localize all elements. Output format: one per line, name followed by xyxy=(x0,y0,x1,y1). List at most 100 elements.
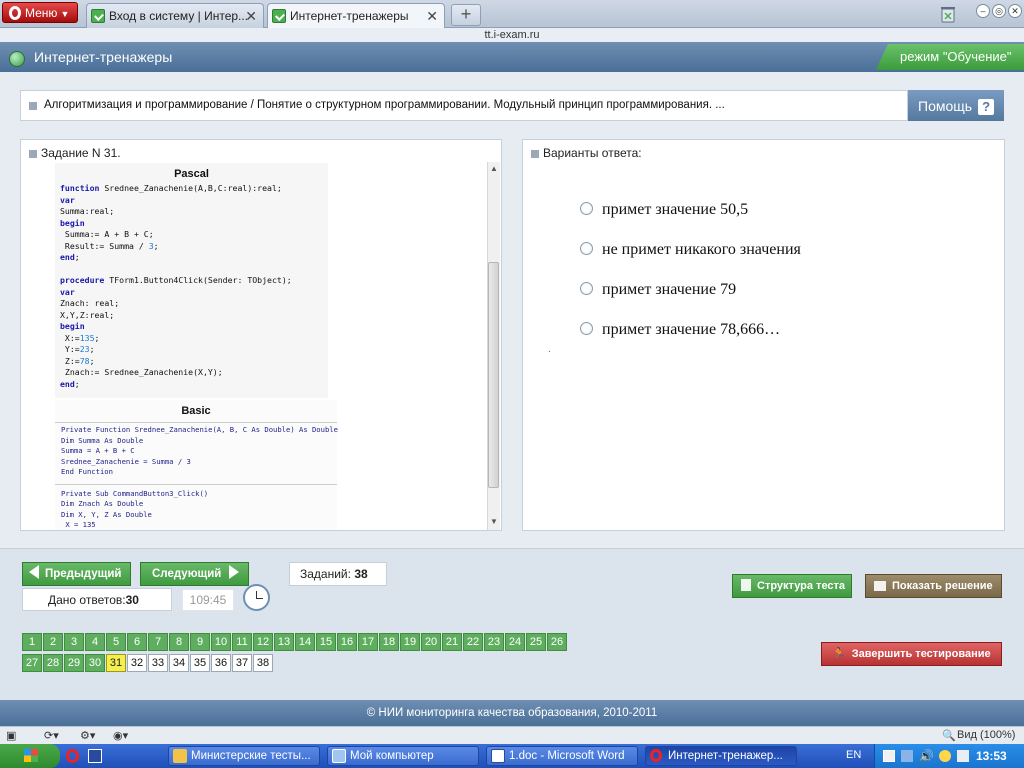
question-link-35[interactable]: 35 xyxy=(190,654,210,672)
scroll-down-icon[interactable]: ▼ xyxy=(489,517,499,529)
question-link-19[interactable]: 19 xyxy=(400,633,420,651)
code-line: Private Sub CommandButton3_Click() xyxy=(61,488,209,498)
tray-misc-icon[interactable] xyxy=(957,750,969,762)
language-indicator[interactable]: EN xyxy=(846,749,861,761)
tab-label: Вход в систему | Интер... xyxy=(109,9,249,23)
radio-button[interactable] xyxy=(580,282,593,295)
chevron-down-icon: ▼ xyxy=(60,9,70,19)
opera-quicklaunch-icon[interactable] xyxy=(66,749,79,763)
question-link-28[interactable]: 28 xyxy=(43,654,63,672)
taskbar-item-computer[interactable]: Мой компьютер xyxy=(327,746,479,766)
question-link-18[interactable]: 18 xyxy=(379,633,399,651)
finish-test-button[interactable]: 🏃 Завершить тестирование xyxy=(821,642,1002,666)
question-link-24[interactable]: 24 xyxy=(505,633,525,651)
next-button[interactable]: Следующий xyxy=(140,562,249,586)
close-tab-icon[interactable]: ✕ xyxy=(245,8,257,25)
answer-option-4[interactable]: примет значение 78,666… xyxy=(580,321,780,339)
tray-app-icon[interactable] xyxy=(883,750,895,762)
task-title: Задание N 31. xyxy=(41,146,121,160)
question-link-20[interactable]: 20 xyxy=(421,633,441,651)
question-link-34[interactable]: 34 xyxy=(169,654,189,672)
tab-trainers[interactable]: Интернет-тренажеры ✕ xyxy=(267,3,445,28)
question-link-13[interactable]: 13 xyxy=(274,633,294,651)
question-link-15[interactable]: 15 xyxy=(316,633,336,651)
security-icon[interactable] xyxy=(939,750,951,762)
panel-toggle-icon[interactable]: ▣ xyxy=(6,729,16,742)
question-link-17[interactable]: 17 xyxy=(358,633,378,651)
question-link-12[interactable]: 12 xyxy=(253,633,273,651)
radio-button[interactable] xyxy=(580,322,593,335)
trash-icon[interactable] xyxy=(938,4,958,24)
tasks-label: Заданий: xyxy=(300,567,351,581)
opera-menu-button[interactable]: Меню ▼ xyxy=(2,2,78,23)
question-link-8[interactable]: 8 xyxy=(169,633,189,651)
question-link-14[interactable]: 14 xyxy=(295,633,315,651)
question-link-21[interactable]: 21 xyxy=(442,633,462,651)
address-bar[interactable]: tt.i-exam.ru xyxy=(0,28,1024,42)
tab-login[interactable]: Вход в систему | Интер... ✕ xyxy=(86,3,264,28)
basic-code-block: Basic Private Function Srednee_Zanacheni… xyxy=(55,400,338,531)
radio-button[interactable] xyxy=(580,202,593,215)
help-button[interactable]: Помощь? xyxy=(908,90,1004,121)
question-link-1[interactable]: 1 xyxy=(22,633,42,651)
question-link-9[interactable]: 9 xyxy=(190,633,210,651)
taskbar-item-word[interactable]: 1.doc - Microsoft Word xyxy=(486,746,638,766)
question-link-4[interactable]: 4 xyxy=(85,633,105,651)
site-footer: © НИИ мониторинга качества образования, … xyxy=(0,700,1024,726)
network-icon[interactable] xyxy=(901,750,913,762)
question-link-10[interactable]: 10 xyxy=(211,633,231,651)
question-link-29[interactable]: 29 xyxy=(64,654,84,672)
prev-button[interactable]: Предыдущий xyxy=(22,562,131,586)
question-link-22[interactable]: 22 xyxy=(463,633,483,651)
question-link-16[interactable]: 16 xyxy=(337,633,357,651)
code-line: Znach:= Srednee_Zanachenie(X,Y); xyxy=(60,367,223,377)
turbo-icon[interactable]: ◉▾ xyxy=(113,729,128,742)
question-link-27[interactable]: 27 xyxy=(22,654,42,672)
question-link-6[interactable]: 6 xyxy=(127,633,147,651)
close-tab-icon[interactable]: ✕ xyxy=(426,8,438,25)
minimize-window-icon[interactable]: – xyxy=(976,4,990,18)
question-link-36[interactable]: 36 xyxy=(211,654,231,672)
question-link-33[interactable]: 33 xyxy=(148,654,168,672)
scrollbar-thumb[interactable] xyxy=(488,262,499,488)
scroll-up-icon[interactable]: ▲ xyxy=(489,164,499,176)
unite-icon[interactable]: ⚙▾ xyxy=(80,729,95,742)
question-link-3[interactable]: 3 xyxy=(64,633,84,651)
question-link-30[interactable]: 30 xyxy=(85,654,105,672)
close-window-icon[interactable]: ✕ xyxy=(1008,4,1022,18)
new-tab-button[interactable]: + xyxy=(451,4,481,26)
taskbar-item-folder[interactable]: Министерские тесты... xyxy=(168,746,320,766)
restore-window-icon[interactable]: ◎ xyxy=(992,4,1006,18)
question-link-38[interactable]: 38 xyxy=(253,654,273,672)
taskbar-item-opera[interactable]: Интернет-тренажер... xyxy=(645,746,797,766)
question-link-31[interactable]: 31 xyxy=(106,654,126,672)
zoom-icon[interactable]: 🔍 xyxy=(942,729,956,742)
answer-option-3[interactable]: примет значение 79 xyxy=(580,281,736,299)
question-link-32[interactable]: 32 xyxy=(127,654,147,672)
question-link-2[interactable]: 2 xyxy=(43,633,63,651)
radio-button[interactable] xyxy=(580,242,593,255)
question-link-23[interactable]: 23 xyxy=(484,633,504,651)
system-clock[interactable]: 13:53 xyxy=(976,749,1007,763)
answer-text: примет значение 50,5 xyxy=(602,201,749,218)
quicklaunch-icon[interactable] xyxy=(88,749,102,763)
answer-option-2[interactable]: не примет никакого значения xyxy=(580,241,801,259)
folder-icon xyxy=(173,749,187,763)
question-link-11[interactable]: 11 xyxy=(232,633,252,651)
question-link-25[interactable]: 25 xyxy=(526,633,546,651)
answer-option-1[interactable]: примет значение 50,5 xyxy=(580,201,748,219)
stray-dot: . xyxy=(548,344,551,355)
question-link-5[interactable]: 5 xyxy=(106,633,126,651)
basic-code-lines-2: Private Sub CommandButton3_Click() Dim Zn… xyxy=(55,483,337,531)
clock-icon xyxy=(243,584,270,611)
volume-icon[interactable]: 🔊 xyxy=(919,749,934,763)
test-structure-button[interactable]: Структура теста xyxy=(732,574,852,598)
question-link-7[interactable]: 7 xyxy=(148,633,168,651)
sync-icon[interactable]: ⟳▾ xyxy=(44,729,59,742)
show-solution-button[interactable]: Показать решение xyxy=(865,574,1002,598)
code-line: begin xyxy=(60,217,85,228)
question-link-37[interactable]: 37 xyxy=(232,654,252,672)
zoom-label[interactable]: Вид (100%) xyxy=(957,729,1015,741)
question-link-26[interactable]: 26 xyxy=(547,633,567,651)
start-button[interactable] xyxy=(0,744,60,768)
